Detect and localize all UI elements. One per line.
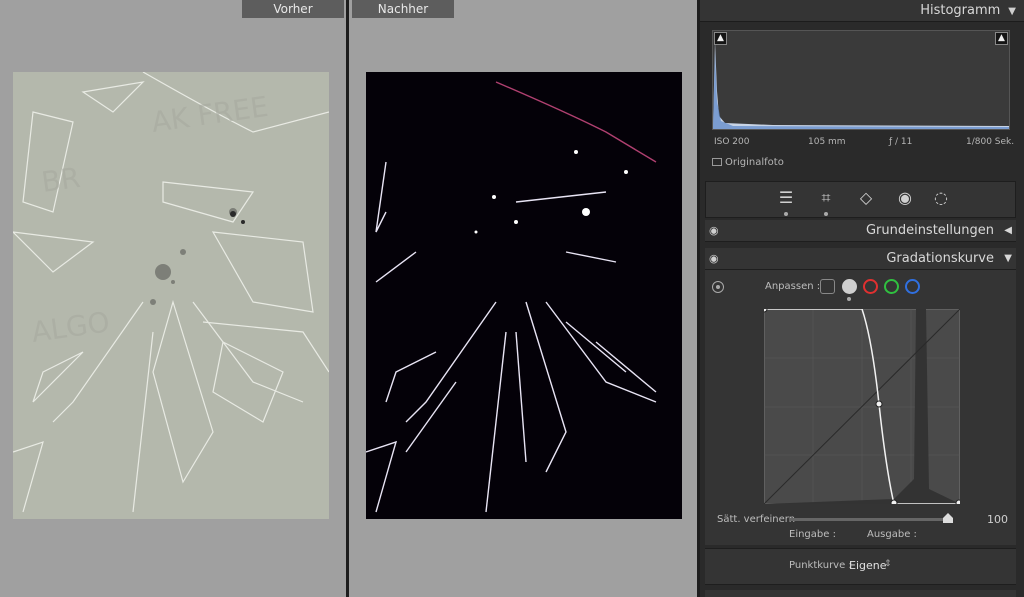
collapse-down-icon[interactable]: ▼ — [1004, 248, 1012, 270]
section-basic-label: Grundeinstellungen — [865, 223, 994, 238]
red-channel-button[interactable] — [863, 279, 878, 294]
before-pane: Vorher AK FREE BR ALGO — [0, 0, 347, 597]
input-label: Eingabe : — [789, 529, 836, 540]
original-label: Originalfoto — [725, 157, 784, 168]
checkbox-icon[interactable] — [712, 158, 722, 166]
eye-icon[interactable]: ◉ — [709, 220, 719, 242]
saturation-label: Sätt. verfeinern — [717, 514, 796, 525]
shadow-clipping-toggle[interactable]: ▲ — [714, 32, 727, 45]
active-indicator — [784, 212, 788, 216]
adjust-label: Anpassen : — [765, 281, 821, 292]
eraser-icon[interactable]: ◇ — [855, 187, 877, 209]
collapse-icon[interactable]: ▼ — [1008, 1, 1016, 23]
after-pane: Nachher — [349, 0, 698, 597]
after-photo — [366, 72, 682, 519]
crop-icon[interactable]: ⌗ — [815, 187, 837, 209]
targeted-adjustment-icon[interactable] — [712, 281, 724, 293]
before-label: Vorher — [242, 0, 344, 18]
section-basic[interactable]: ◉ Grundeinstellungen ◀ — [705, 220, 1016, 242]
focal-length: 105 mm — [808, 137, 846, 147]
mask-icon[interactable]: ◌ — [930, 187, 952, 209]
svg-text:BR: BR — [39, 161, 82, 199]
histogram-title: Histogramm — [920, 3, 1001, 18]
active-indicator — [847, 297, 851, 301]
tone-curve-graph[interactable] — [760, 305, 963, 507]
saturation-slider[interactable] — [790, 518, 950, 521]
histogram-header[interactable]: Histogramm ▼ — [700, 0, 1024, 22]
rgb-channel-button[interactable] — [842, 279, 857, 294]
histogram-graph — [712, 30, 1010, 130]
active-indicator — [824, 212, 828, 216]
point-curve-label: Punktkurve : — [789, 560, 852, 571]
point-curve-select[interactable]: Eigene — [849, 559, 887, 572]
aperture: ƒ / 11 — [889, 137, 913, 147]
section-tone-curve-label: Gradationskurve — [886, 251, 994, 266]
before-photo: AK FREE BR ALGO — [13, 72, 329, 519]
after-label: Nachher — [352, 0, 454, 18]
chevron-updown-icon[interactable]: ⇕ — [884, 559, 892, 569]
shutter-speed: 1/800 Sek. — [966, 137, 1015, 147]
blue-channel-button[interactable] — [905, 279, 920, 294]
saturation-value[interactable]: 100 — [987, 513, 1008, 526]
eye-icon[interactable]: ◉ — [709, 248, 719, 270]
original-photo-toggle[interactable]: Originalfoto — [712, 157, 784, 168]
collapse-left-icon[interactable]: ◀ — [1004, 220, 1012, 242]
compare-view: Vorher AK FREE BR ALGO Nachher — [0, 0, 700, 597]
parametric-curve-icon[interactable] — [820, 279, 835, 294]
section-tone-curve[interactable]: ◉ Gradationskurve ▼ — [705, 248, 1016, 270]
next-section-strip — [705, 590, 1016, 597]
highlight-clipping-toggle[interactable]: ▲ — [995, 32, 1008, 45]
iso-value: ISO 200 — [714, 137, 750, 147]
output-label: Ausgabe : — [867, 529, 917, 540]
sliders-icon[interactable]: ☰ — [775, 187, 797, 209]
green-channel-button[interactable] — [884, 279, 899, 294]
redeye-icon[interactable]: ◉ — [894, 187, 916, 209]
